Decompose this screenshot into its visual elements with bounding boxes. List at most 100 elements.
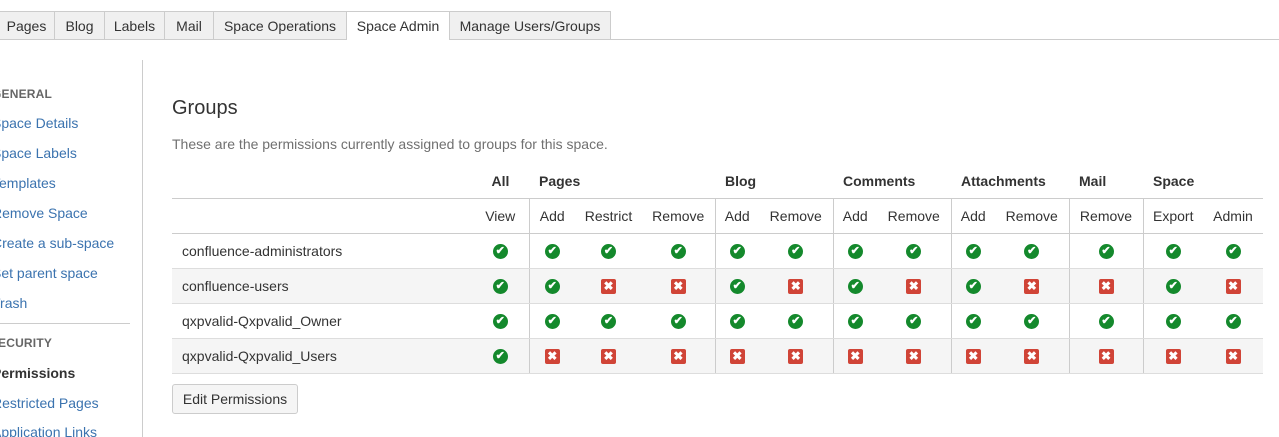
category-mail: Mail xyxy=(1069,164,1143,199)
check-circle-icon: ✔ xyxy=(729,278,745,294)
permission-cell: ✖ xyxy=(759,268,833,304)
permission-cell: ✖ xyxy=(877,268,951,304)
cross-square-icon: ✖ xyxy=(1024,278,1040,294)
sidebar-heading-security: ECURITY xyxy=(0,336,53,350)
column-header: Admin xyxy=(1203,198,1263,234)
cross-square-icon: ✖ xyxy=(601,278,616,294)
cross-square-icon: ✖ xyxy=(788,278,804,294)
check-circle-icon: ✔ xyxy=(906,313,922,329)
permission-cell: ✖ xyxy=(714,338,759,374)
check-circle-icon: ✔ xyxy=(492,313,508,329)
permission-cell: ✔ xyxy=(575,233,642,269)
permission-cell: ✖ xyxy=(995,268,1069,304)
sidebar-item-restricted-pages[interactable]: Restricted Pages xyxy=(0,395,99,411)
check-circle-icon: ✔ xyxy=(847,313,863,329)
permission-cell: ✔ xyxy=(1203,233,1263,269)
sidebar-item-permissions[interactable]: Permissions xyxy=(0,365,75,381)
permission-cell: ✔ xyxy=(1142,268,1203,304)
permission-cell: ✔ xyxy=(995,233,1069,269)
sidebar: GENERAL Space Details Space Labels Templ… xyxy=(0,60,143,437)
permission-cell: ✔ xyxy=(759,303,833,339)
column-header: Add xyxy=(832,198,877,234)
category-comments: Comments xyxy=(833,164,951,199)
tab-space-operations[interactable]: Space Operations xyxy=(213,11,347,39)
permission-cell: ✔ xyxy=(950,233,995,269)
sidebar-item-trash[interactable]: Trash xyxy=(0,295,27,311)
check-circle-icon: ✔ xyxy=(544,243,560,259)
permission-cell: ✔ xyxy=(472,303,529,339)
sidebar-item-space-details[interactable]: Space Details xyxy=(0,115,78,131)
table-row: confluence-administrators ✔ ✔ ✔ ✔ ✔ ✔ ✔ ✔ ✔ ✔ ✔ ✔ ✔ xyxy=(172,233,1263,269)
check-circle-icon: ✔ xyxy=(1024,243,1040,259)
sidebar-item-templates[interactable]: Templates xyxy=(0,175,56,191)
permission-cell: ✖ xyxy=(1203,338,1263,374)
tab-labels[interactable]: Labels xyxy=(104,11,165,39)
cross-square-icon: ✖ xyxy=(1165,348,1181,364)
tab-blog[interactable]: Blog xyxy=(54,11,105,39)
permissions-table: All Pages Blog Comments Attachments Mail… xyxy=(172,164,1263,374)
category-all: All xyxy=(472,164,529,199)
permission-cell: ✔ xyxy=(642,303,715,339)
check-circle-icon: ✔ xyxy=(847,243,863,259)
category-blog: Blog xyxy=(715,164,833,199)
check-circle-icon: ✔ xyxy=(965,313,981,329)
cross-square-icon: ✖ xyxy=(1024,348,1040,364)
table-row: qxpvalid-Qxpvalid_Owner ✔ ✔ ✔ ✔ ✔ ✔ ✔ ✔ ✔ ✔ ✔ ✔ ✔ xyxy=(172,303,1263,339)
sidebar-item-application-links[interactable]: Application Links xyxy=(0,424,97,437)
column-header-row: View Add Restrict Remove Add Remove Add Remove A… xyxy=(172,198,1263,234)
permissions-rows: confluence-administrators ✔ ✔ ✔ ✔ ✔ ✔ ✔ ✔ ✔ ✔ ✔ ✔ ✔ co… xyxy=(172,233,1263,374)
sidebar-item-remove-space[interactable]: Remove Space xyxy=(0,205,88,221)
check-circle-icon: ✔ xyxy=(601,313,616,329)
check-circle-icon: ✔ xyxy=(1098,243,1114,259)
column-header: Remove xyxy=(877,198,951,234)
check-circle-icon: ✔ xyxy=(492,243,508,259)
check-circle-icon: ✔ xyxy=(906,243,922,259)
permission-cell: ✔ xyxy=(714,268,759,304)
sidebar-heading-general: GENERAL xyxy=(0,87,53,101)
column-header: Export xyxy=(1142,198,1203,234)
check-circle-icon: ✔ xyxy=(729,313,745,329)
permission-cell: ✔ xyxy=(950,303,995,339)
permission-cell: ✔ xyxy=(528,233,575,269)
cross-square-icon: ✖ xyxy=(847,348,863,364)
check-circle-icon: ✔ xyxy=(1098,313,1114,329)
permission-cell: ✖ xyxy=(1068,338,1143,374)
group-name: qxpvalid-Qxpvalid_Owner xyxy=(172,303,472,339)
permission-cell: ✔ xyxy=(1203,303,1263,339)
permission-cell: ✔ xyxy=(1142,303,1203,339)
sidebar-item-set-parent-space[interactable]: Set parent space xyxy=(0,265,98,281)
check-circle-icon: ✔ xyxy=(544,278,560,294)
permission-cell: ✔ xyxy=(528,303,575,339)
permission-cell: ✔ xyxy=(950,268,995,304)
permission-cell: ✔ xyxy=(575,303,642,339)
column-header: Remove xyxy=(642,198,715,234)
sidebar-item-create-sub-space[interactable]: Create a sub-space xyxy=(0,235,114,251)
group-name: confluence-administrators xyxy=(172,233,472,269)
permission-cell: ✔ xyxy=(472,233,529,269)
group-name: confluence-users xyxy=(172,268,472,304)
tab-pages[interactable]: Pages xyxy=(0,11,55,39)
tab-space-admin[interactable]: Space Admin xyxy=(346,11,450,40)
category-pages: Pages xyxy=(529,164,715,199)
permission-cell: ✖ xyxy=(642,338,715,374)
group-name: qxpvalid-Qxpvalid_Users xyxy=(172,338,472,374)
tab-manage-users-groups[interactable]: Manage Users/Groups xyxy=(449,11,611,39)
sidebar-item-space-labels[interactable]: Space Labels xyxy=(0,145,77,161)
permission-cell: ✔ xyxy=(714,233,759,269)
tab-mail[interactable]: Mail xyxy=(164,11,214,39)
cross-square-icon: ✖ xyxy=(1225,348,1241,364)
check-circle-icon: ✔ xyxy=(729,243,745,259)
edit-permissions-button[interactable]: Edit Permissions xyxy=(172,384,298,414)
category-attachments: Attachments xyxy=(951,164,1069,199)
check-circle-icon: ✔ xyxy=(670,313,686,329)
cross-square-icon: ✖ xyxy=(906,348,922,364)
column-header: Remove xyxy=(759,198,833,234)
cross-square-icon: ✖ xyxy=(670,278,686,294)
page-description: These are the permissions currently assi… xyxy=(172,136,608,152)
permission-cell: ✖ xyxy=(759,338,833,374)
header-empty xyxy=(172,164,472,199)
permission-cell: ✖ xyxy=(1068,268,1143,304)
header-group-name xyxy=(172,198,472,234)
category-space: Space xyxy=(1143,164,1263,199)
permission-cell: ✖ xyxy=(1142,338,1203,374)
